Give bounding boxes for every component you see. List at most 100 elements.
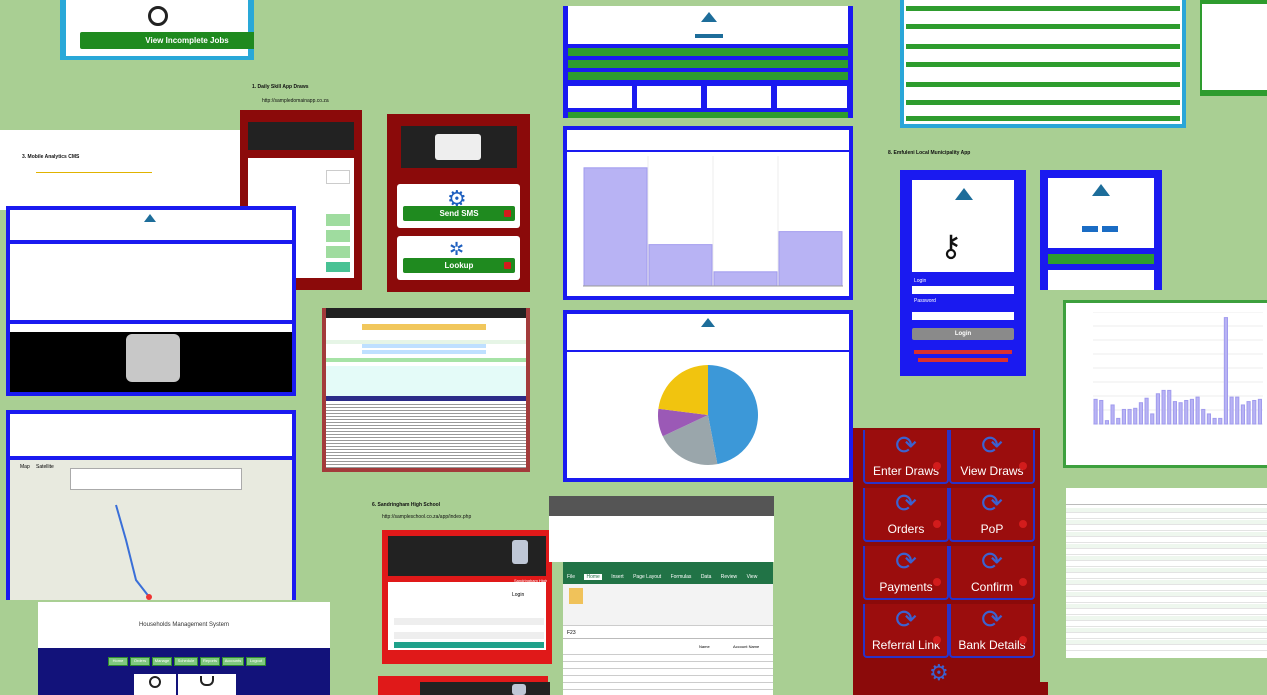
bar: [1099, 399, 1104, 425]
households-card: Households Management System Home Orders…: [38, 602, 330, 695]
view-incomplete-jobs-button[interactable]: View Incomplete Jobs: [80, 32, 254, 49]
bar: [1229, 396, 1234, 425]
table-row: [326, 419, 526, 420]
table-row: [1066, 598, 1267, 603]
login-button[interactable]: [394, 642, 544, 648]
tab-satellite[interactable]: Satellite: [36, 464, 54, 470]
table-row: [326, 440, 526, 441]
menu-button[interactable]: ⟳ Orders: [863, 488, 949, 542]
password-input[interactable]: [912, 312, 1014, 320]
municipality-account-card: [1040, 170, 1162, 290]
table-row: [326, 446, 526, 447]
nav-manage[interactable]: Manage: [152, 657, 172, 666]
bar: [778, 231, 843, 287]
cell-ref[interactable]: F23: [567, 630, 576, 636]
table-row: [1066, 514, 1267, 519]
bar: [1178, 402, 1183, 425]
table-row: [1066, 574, 1267, 579]
table-row: [326, 467, 526, 468]
badge-icon: [1019, 578, 1027, 586]
table-row: [1066, 604, 1267, 609]
table-row: [326, 455, 526, 456]
nav-schedule[interactable]: Schedule: [174, 657, 198, 666]
bar: [1240, 404, 1245, 425]
nav-home[interactable]: Home: [108, 657, 128, 666]
login-button[interactable]: Login: [912, 328, 1014, 340]
menu-button[interactable]: ⟳ Bank Details: [949, 604, 1035, 658]
bar: [1189, 398, 1195, 425]
badge-icon: [933, 636, 941, 644]
badge-icon: [504, 210, 511, 217]
bar: [1252, 399, 1257, 425]
menu-button[interactable]: ⟳ Confirm: [949, 546, 1035, 600]
spreadsheet-row: [563, 661, 773, 662]
table-row: [1066, 544, 1267, 549]
bar: [1144, 397, 1149, 425]
pie-slice: [658, 365, 708, 415]
bar: [1184, 399, 1189, 425]
password-input[interactable]: [394, 632, 544, 639]
table-row: [1066, 568, 1267, 573]
key-icon: ⚷: [940, 230, 962, 263]
spreadsheet-row: [563, 682, 773, 683]
table-row: [326, 449, 526, 450]
nav-orders[interactable]: Orders: [130, 657, 150, 666]
username-input[interactable]: [912, 286, 1014, 294]
heading-municipality: 8. Emfuleni Local Municipality App: [888, 150, 971, 156]
menu-button[interactable]: ⟳ Referral Link: [863, 604, 949, 658]
bar: [583, 167, 648, 287]
table-row: [1066, 556, 1267, 561]
table-row: [326, 458, 526, 459]
refresh-icon: ⟳: [981, 430, 1003, 460]
bar: [1121, 408, 1127, 425]
households-title: Households Management System: [138, 622, 230, 628]
daily-skill-card-b: ⚙ Send SMS ✲ Lookup: [387, 114, 530, 292]
table-row: [326, 410, 526, 411]
refresh-icon: [148, 6, 168, 26]
logo-icon: [955, 188, 973, 200]
menu-button[interactable]: ⟳ Payments: [863, 546, 949, 600]
bar: [1246, 401, 1251, 425]
pie-chart: [658, 365, 758, 465]
bottom-dark-strip: [420, 682, 550, 695]
analytics-cms-card: [6, 206, 296, 396]
bar: [1172, 401, 1178, 425]
bar: [1093, 398, 1098, 425]
table-row: [1066, 622, 1267, 627]
table-row: [1066, 646, 1267, 651]
bar: [1223, 317, 1228, 425]
tab-map[interactable]: Map: [20, 464, 30, 470]
table-row: [1066, 616, 1267, 621]
menu-button[interactable]: ⟳ Enter Draws: [863, 430, 949, 484]
badge-icon: [1019, 462, 1027, 470]
username-input[interactable]: [394, 618, 544, 625]
table-row: [326, 428, 526, 429]
table-row: [326, 464, 526, 465]
spreadsheet-row: [563, 668, 773, 669]
nav-reports[interactable]: Reports: [200, 657, 220, 666]
badge-icon: [504, 262, 511, 269]
menu-button[interactable]: ⟳ PoP: [949, 488, 1035, 542]
nav-logout[interactable]: Logout: [246, 657, 266, 666]
badge-icon: [933, 462, 941, 470]
lookup-button[interactable]: Lookup: [403, 258, 515, 273]
bar-chart-card: [563, 126, 853, 300]
table-row: [1066, 580, 1267, 585]
bar: [1201, 408, 1206, 425]
menu-button[interactable]: ⟳ View Draws: [949, 430, 1035, 484]
bar: [1257, 398, 1262, 425]
badge-icon: [1019, 520, 1027, 528]
gear-icon[interactable]: ⚙: [929, 662, 949, 684]
cart-icon: [200, 676, 214, 686]
map-pin-icon: [146, 594, 152, 600]
table-row: [326, 434, 526, 435]
table-row: [326, 431, 526, 432]
edge-card: [1200, 0, 1267, 96]
bar: [1104, 420, 1109, 425]
send-sms-button[interactable]: Send SMS: [403, 206, 515, 221]
heading-mobile-analytics: 3. Mobile Analytics CMS: [22, 154, 80, 160]
table-row: [1066, 562, 1267, 567]
nav-accounts[interactable]: Accounts: [222, 657, 244, 666]
menu-tail: [1040, 682, 1048, 695]
bar: [1150, 413, 1155, 425]
